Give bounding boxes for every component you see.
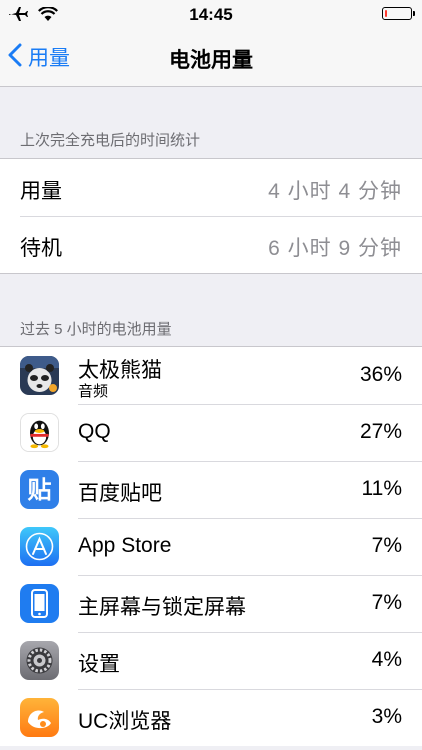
usage-header: 过去 5 小时的电池用量 xyxy=(20,321,172,338)
row-title: 用量 xyxy=(20,180,62,203)
app-percent: 3% xyxy=(371,705,402,728)
status-time: 14:45 xyxy=(189,5,233,24)
list-item[interactable]: 贴 百度贴吧 11% xyxy=(0,461,422,518)
app-name: 设置 xyxy=(78,653,120,676)
app-name: UC浏览器 xyxy=(78,710,172,733)
app-name: 百度贴吧 xyxy=(78,482,162,505)
app-percent: 27% xyxy=(359,420,402,443)
uc-browser-icon xyxy=(20,698,59,737)
app-usage-list: 太极熊猫 音频 36% QQ 27% 贴 百度贴吧 11% App Store … xyxy=(0,346,422,746)
list-item[interactable]: App Store 7% xyxy=(0,518,422,575)
standby-row: 待机 6 小时 9 分钟 xyxy=(0,216,422,273)
list-item[interactable]: 太极熊猫 音频 36% xyxy=(0,347,422,404)
app-name: QQ xyxy=(78,420,111,443)
list-item[interactable]: QQ 27% xyxy=(0,404,422,461)
app-percent: 7% xyxy=(371,591,402,614)
home-lock-screen-icon xyxy=(20,584,59,623)
svg-text:贴: 贴 xyxy=(28,476,52,504)
app-subtitle: 音频 xyxy=(78,383,109,400)
app-percent: 36% xyxy=(359,363,402,386)
row-title: 待机 xyxy=(20,237,62,260)
page-title: 电池用量 xyxy=(169,49,253,72)
usage-row: 用量 4 小时 4 分钟 xyxy=(0,159,422,216)
app-percent: 7% xyxy=(371,534,402,557)
app-percent: 11% xyxy=(361,477,402,500)
taiji-panda-game-icon xyxy=(20,356,59,395)
list-item[interactable]: 主屏幕与锁定屏幕 7% xyxy=(0,575,422,632)
app-name: 主屏幕与锁定屏幕 xyxy=(78,596,246,619)
app-name: App Store xyxy=(78,534,172,557)
battery-icon xyxy=(382,7,415,20)
row-value: 6 小时 9 分钟 xyxy=(268,237,402,260)
baidu-tieba-icon: 贴 xyxy=(20,470,59,509)
since-charge-group: 用量 4 小时 4 分钟 待机 6 小时 9 分钟 xyxy=(0,158,422,274)
since-charge-header: 上次完全充电后的时间统计 xyxy=(20,132,201,149)
qq-penguin-icon xyxy=(20,413,59,452)
battery-level xyxy=(385,10,387,17)
list-item[interactable]: UC浏览器 3% xyxy=(0,689,422,746)
nav-bar: 用量 电池用量 xyxy=(0,30,422,87)
row-value: 4 小时 4 分钟 xyxy=(268,180,402,203)
app-percent: 4% xyxy=(371,648,402,671)
app-store-icon xyxy=(20,527,59,566)
settings-gear-icon xyxy=(20,641,59,680)
status-bar: 14:45 xyxy=(0,0,422,30)
list-item[interactable]: 设置 4% xyxy=(0,632,422,689)
